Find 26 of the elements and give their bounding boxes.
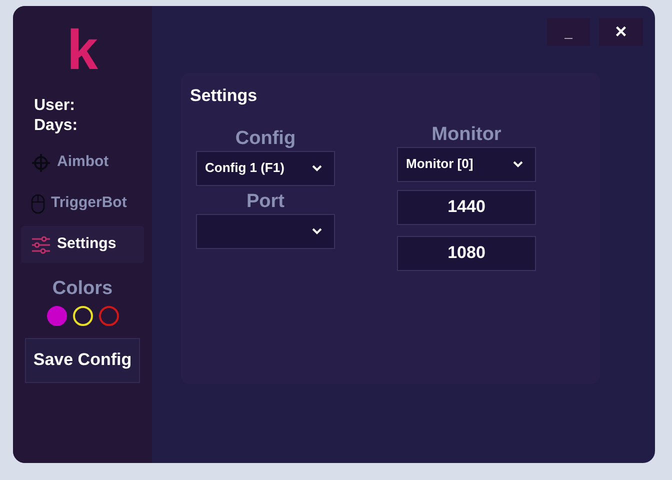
chevron-down-icon	[513, 160, 523, 168]
port-label: Port	[246, 190, 284, 214]
colors-heading: Colors	[52, 277, 113, 301]
mouse-icon	[31, 194, 45, 214]
save-config-button[interactable]: Save Config	[25, 338, 140, 382]
monitor-label: Monitor	[432, 122, 502, 146]
close-button[interactable]: ×	[599, 18, 643, 46]
crosshair-icon	[31, 152, 51, 172]
height-input[interactable]: 1080	[397, 236, 536, 270]
user-label: User:	[34, 96, 76, 116]
nav-item[interactable]: Aimbot	[21, 144, 144, 181]
config-label: Config	[235, 126, 296, 150]
chevron-down-icon	[312, 228, 322, 234]
chevron-down-icon	[312, 164, 322, 172]
color-swatch[interactable]	[98, 306, 118, 326]
minimize-button[interactable]: _	[547, 18, 590, 46]
nav-item[interactable]: Settings	[21, 226, 144, 263]
sliders-icon	[31, 234, 51, 254]
monitor-dropdown[interactable]: Monitor [0]	[397, 146, 536, 182]
config-dropdown[interactable]: Config 1 (F1)	[196, 150, 335, 186]
color-swatch[interactable]	[46, 306, 66, 326]
days-label: Days:	[34, 116, 78, 136]
nav-item[interactable]: TriggerBot	[21, 185, 144, 222]
panel-title: Settings	[190, 85, 258, 107]
width-input[interactable]: 1440	[397, 190, 536, 224]
logo: k	[66, 22, 98, 78]
